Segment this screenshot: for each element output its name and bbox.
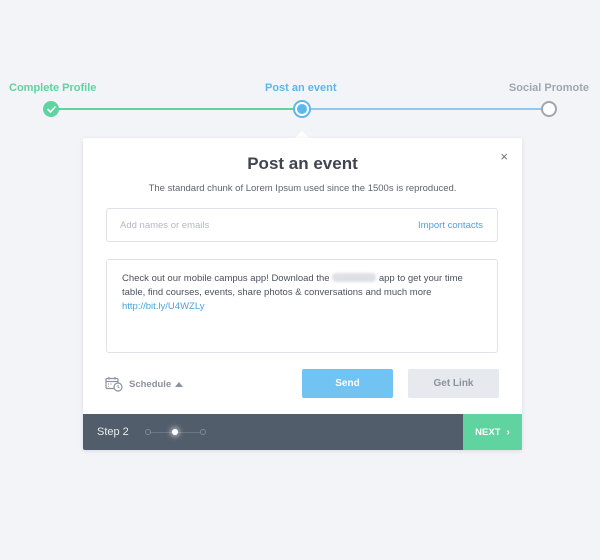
chevron-right-icon: ›: [506, 426, 510, 438]
message-textarea[interactable]: Check out our mobile campus app! Downloa…: [106, 259, 498, 353]
recipient-field: Import contacts: [106, 208, 498, 242]
step-node-post-event: [293, 100, 311, 118]
caret-up-icon: [175, 381, 184, 387]
message-text-start: Check out our mobile campus app! Downloa…: [122, 273, 333, 284]
schedule-toggle[interactable]: Schedule: [105, 375, 184, 393]
step-dot-3[interactable]: [200, 429, 206, 435]
step-label-complete-profile: Complete Profile: [9, 82, 97, 94]
modal-footer: Step 2 NEXT ›: [83, 414, 522, 450]
calendar-clock-icon: [105, 377, 123, 392]
progress-stepper: Complete Profile Post an event Social Pr…: [0, 0, 600, 130]
post-event-modal: × Post an event The standard chunk of Lo…: [83, 138, 522, 450]
modal-title: Post an event: [247, 154, 358, 173]
modal-pointer: [295, 131, 309, 138]
step-node-social-promote: [541, 101, 557, 117]
next-button[interactable]: NEXT ›: [463, 414, 522, 450]
import-contacts-link[interactable]: Import contacts: [418, 220, 483, 231]
schedule-label: Schedule: [129, 378, 172, 390]
recipient-input[interactable]: [107, 209, 397, 241]
send-button[interactable]: Send: [302, 369, 393, 398]
step-label-social-promote: Social Promote: [508, 82, 589, 94]
step-label-post-event: Post an event: [265, 82, 337, 94]
modal-subtitle: The standard chunk of Lorem Ipsum used s…: [148, 183, 457, 194]
active-step-dot: [297, 104, 307, 114]
get-link-button[interactable]: Get Link: [408, 369, 499, 398]
message-link[interactable]: http://bit.ly/U4WZLy: [122, 301, 205, 312]
progress-track-remaining: [310, 108, 542, 110]
checkmark-icon: [46, 105, 56, 113]
progress-track-completed: [52, 108, 294, 110]
next-label: NEXT: [475, 426, 501, 438]
step-indicator-label: Step 2: [97, 426, 129, 438]
step-dots: [145, 414, 215, 450]
step-dot-2-active[interactable]: [172, 429, 178, 435]
step-dot-1[interactable]: [145, 429, 151, 435]
step-node-complete-profile: [43, 101, 59, 117]
blurred-app-name: [332, 273, 377, 282]
